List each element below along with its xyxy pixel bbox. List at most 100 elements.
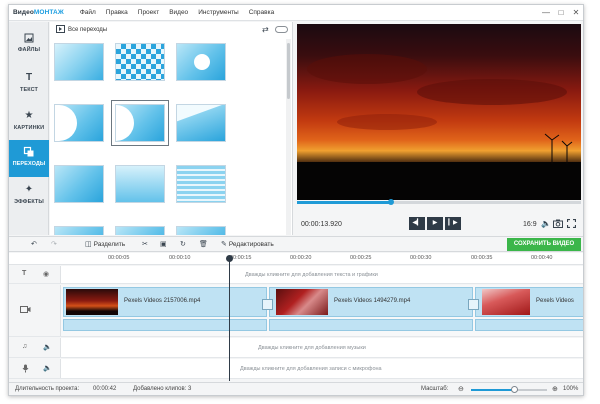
music-track[interactable]: ♫ 🔈 Дважды кликните для добавления музык… [9,338,583,358]
shuffle-icon[interactable]: ⇄ [262,25,269,34]
seek-bar[interactable] [297,199,581,205]
text-track-hint: Дважды кликните для добавления текста и … [245,272,378,278]
menu-project[interactable]: Проект [138,9,159,16]
transition-thumb[interactable] [176,226,226,235]
split-icon: ◫ [85,241,92,248]
seek-handle[interactable] [387,199,394,205]
transition-marker[interactable] [468,299,479,310]
audio-subclip[interactable] [269,319,473,331]
aspect-ratio[interactable]: 16:9 [523,221,537,228]
track-header: T ◉ [9,266,61,283]
transition-thumb[interactable] [115,165,165,203]
edit-toolbar: ↶ ↷ ◫ Разделить ✂ ▣ ↻ 🗑 ✎ Редактировать СО… [9,236,583,252]
zoom-slider-fill [471,389,516,391]
transition-thumb[interactable] [115,43,165,81]
track-header: ♫ 🔈 [9,338,61,357]
menu-file[interactable]: Файл [80,9,96,16]
transition-thumb[interactable] [54,43,104,81]
menu-tools[interactable]: Инструменты [198,9,239,16]
delete-icon[interactable]: 🗑 [199,239,208,250]
ruler-tick: 00:00:05 [108,255,130,261]
transitions-panel-icon [56,24,65,35]
video-preview[interactable] [297,24,581,200]
rotate-icon[interactable]: ↻ [180,239,186,250]
player-controls: 00:00:13.920 ◀▎ ▶ ▎▶ 16:9 🔈 [297,199,581,235]
transition-thumb-selected[interactable] [111,100,169,146]
camera-icon[interactable] [553,219,563,229]
volume-icon[interactable]: 🔈 [541,219,551,229]
next-frame-button[interactable]: ▎▶ [445,217,461,230]
redo-icon[interactable]: ↷ [51,239,57,250]
transition-thumb[interactable] [176,104,226,142]
transition-thumb[interactable] [54,165,104,203]
save-video-button[interactable]: СОХРАНИТЬ ВИДЕО [507,238,581,251]
maximize-button[interactable]: □ [555,7,567,19]
menu-video[interactable]: Видео [169,9,188,16]
text-icon: T [25,72,33,83]
toggle-icon[interactable] [275,26,288,33]
zoom-slider-handle[interactable] [511,386,519,393]
eye-icon[interactable]: ◉ [43,270,49,278]
minimize-button[interactable]: — [540,7,552,19]
star-icon: ★ [24,110,34,121]
video-clip[interactable]: Pexels Videos [475,287,583,317]
speaker-icon[interactable]: 🔈 [43,364,52,372]
audio-subclip[interactable] [63,319,267,331]
panel-header: Все переходы ⇄ [50,22,293,37]
speaker-icon[interactable]: 🔈 [43,343,52,351]
ruler-tick: 00:00:10 [169,255,191,261]
ruler-tick: 00:00:40 [531,255,553,261]
transition-thumb[interactable] [54,104,104,142]
sidebar-item-images[interactable]: ★ КАРТИНКИ [9,104,49,141]
prev-frame-button[interactable]: ◀▎ [409,217,425,230]
video-clip[interactable]: Pexels Videos 2157006.mp4 [63,287,267,317]
zoom-slider-track[interactable] [515,389,547,391]
clip-name: Pexels Videos 1494279.mp4 [334,298,411,304]
clip-thumbnail [276,289,328,315]
scrollbar-knob[interactable] [287,43,290,99]
menu-edit[interactable]: Правка [106,9,128,16]
status-bar: Длительность проекта: 00:00:42 Добавлено… [9,382,583,395]
fullscreen-icon[interactable] [566,218,576,229]
sidebar-item-transitions[interactable]: ПЕРЕХОДЫ [9,140,49,177]
zoom-label: Масштаб: [421,386,449,392]
transition-thumb[interactable] [176,165,226,203]
panel-scrollbar[interactable] [286,39,291,235]
menu-help[interactable]: Справка [249,9,275,16]
music-track-hint: Дважды кликните для добавления музыки [258,345,366,351]
transition-thumb[interactable] [54,226,104,235]
undo-icon[interactable]: ↶ [31,239,37,250]
playhead[interactable] [229,261,230,381]
timeline-ruler[interactable]: 00:00:05 00:00:10 00:00:15 00:00:20 00:0… [9,253,583,265]
transition-thumb[interactable] [176,43,226,81]
effects-icon: ✦ [24,184,34,195]
duration-value: 00:00:42 [93,386,117,392]
audio-subclip[interactable] [475,319,583,331]
track-header: 🔈 [9,359,61,378]
duration-label: Длительность проекта: [15,386,80,392]
sidebar-item-text[interactable]: T ТЕКСТ [9,66,49,103]
left-nav: ФАЙЛЫ T ТЕКСТ ★ КАРТИНКИ ПЕРЕХОДЫ ✦ ЭФФЕ… [9,22,49,235]
app-window: ВидеоМОНТАЖ Файл Правка Проект Видео Инс… [8,4,584,396]
video-clip[interactable]: Pexels Videos 1494279.mp4 [269,287,473,317]
zoom-out-icon[interactable]: ⊖ [458,385,464,393]
edit-button[interactable]: ✎ Редактировать [221,239,274,250]
sidebar-item-files[interactable]: ФАЙЛЫ [9,26,49,63]
zoom-in-icon[interactable]: ⊕ [552,385,558,393]
mic-track[interactable]: 🔈 Дважды кликните для добавления записи … [9,359,583,379]
clip-name: Pexels Videos 2157006.mp4 [124,298,201,304]
sidebar-item-effects[interactable]: ✦ ЭФФЕКТЫ [9,178,49,215]
transition-marker[interactable] [262,299,273,310]
split-button[interactable]: ◫ Разделить [85,239,125,250]
play-button[interactable]: ▶ [427,217,443,230]
video-track[interactable]: Pexels Videos 2157006.mp4 Pexels Videos … [9,285,583,337]
close-button[interactable]: ✕ [570,7,582,19]
transition-thumb[interactable] [115,226,165,235]
cut-icon[interactable]: ✂ [142,239,148,250]
transitions-panel: Все переходы ⇄ [50,22,293,235]
files-icon [23,32,35,44]
crop-icon[interactable]: ▣ [160,239,167,250]
text-track[interactable]: T ◉ Дважды кликните для добавления текст… [9,266,583,284]
ruler-tick: 00:00:30 [410,255,432,261]
transitions-grid [50,39,285,235]
